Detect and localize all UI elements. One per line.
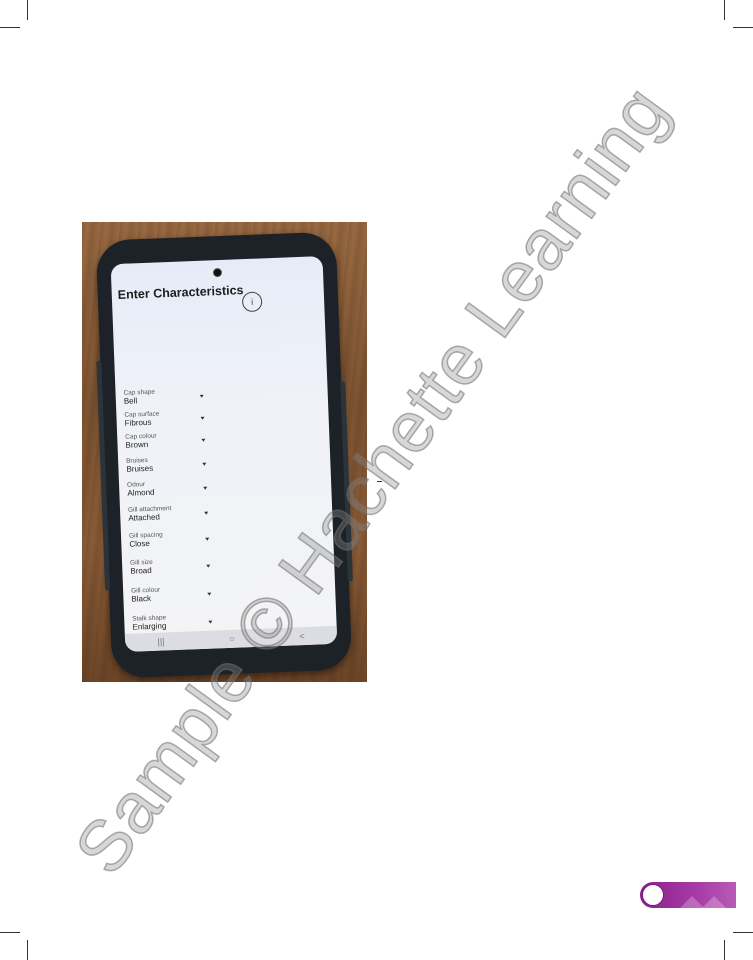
field-gill-colour[interactable]: Gill colour Black (131, 584, 222, 604)
field-cap-shape[interactable]: Cap shape Bell (123, 386, 214, 406)
phone-side-button (96, 360, 111, 591)
field-gill-attachment[interactable]: Gill attachment Attached (128, 503, 219, 523)
field-cap-surface[interactable]: Cap surface Fibrous (124, 408, 215, 428)
field-odour[interactable]: Odour Almond (127, 478, 218, 498)
crop-mark (724, 0, 725, 20)
field-gill-spacing[interactable]: Gill spacing Close (129, 529, 220, 549)
crop-mark (27, 940, 28, 960)
crop-mark (0, 932, 20, 933)
dropdown-arrow-icon[interactable] (204, 511, 209, 515)
info-icon[interactable]: i (241, 291, 263, 313)
dropdown-arrow-icon[interactable] (207, 592, 212, 596)
dropdown-arrow-icon[interactable] (199, 394, 204, 398)
field-stalk-shape[interactable]: Stalk shape Enlarging (132, 612, 223, 632)
dropdown-arrow-icon[interactable] (208, 620, 213, 624)
crop-mark (724, 940, 725, 960)
crop-mark (27, 0, 28, 20)
field-cap-colour[interactable]: Cap colour Brown (125, 430, 216, 450)
dropdown-arrow-icon[interactable] (203, 486, 208, 490)
crop-mark (733, 27, 753, 28)
camera-icon (212, 267, 223, 278)
crop-mark (733, 932, 753, 933)
dropdown-arrow-icon[interactable] (201, 438, 206, 442)
field-bruises[interactable]: Bruises Bruises (126, 454, 217, 474)
page-number-tab (640, 882, 736, 908)
dropdown-arrow-icon[interactable] (206, 564, 211, 568)
field-gill-size[interactable]: Gill size Broad (130, 556, 221, 576)
page-title: Enter Characteristics (117, 283, 244, 302)
recents-icon[interactable]: ||| (157, 636, 164, 646)
page-tab-circle (642, 884, 664, 906)
dropdown-arrow-icon[interactable] (200, 416, 205, 420)
page-tab-triangle (680, 896, 704, 908)
page-tab-triangle (702, 896, 726, 908)
dropdown-arrow-icon[interactable] (202, 462, 207, 466)
crop-mark (0, 27, 20, 28)
dropdown-arrow-icon[interactable] (205, 537, 210, 541)
